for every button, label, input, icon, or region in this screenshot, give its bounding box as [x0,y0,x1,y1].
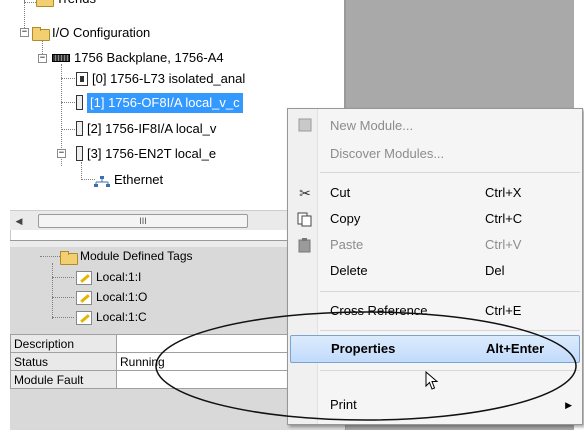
tag-item[interactable]: Local:1:I [76,268,141,286]
tree-item-label: Ethernet [114,171,164,187]
tree-connector [52,277,74,278]
menu-item-shortcut: Ctrl+E [485,303,522,318]
tree-item-label: [2] 1756-IF8I/A local_v [87,120,217,136]
tree-item-label: [0] 1756-L73 isolated_anal [92,70,246,86]
menu-separator [320,370,580,371]
tree-connector [52,317,74,318]
io-module-icon [76,146,83,162]
scroll-left-icon[interactable]: ◀ [13,215,25,227]
tree-connector [52,297,74,298]
menu-item-label: Print [330,397,357,412]
tag-folder[interactable]: Module Defined Tags [60,247,193,265]
menu-item-cross-reference[interactable]: Cross Reference Ctrl+E [290,298,580,324]
io-module-icon [76,95,83,111]
menu-item-shortcut: Ctrl+X [485,185,522,200]
menu-separator [320,172,580,173]
tree-connector [61,129,77,130]
collapse-icon[interactable]: − [20,28,29,37]
collapse-icon[interactable]: − [57,149,66,158]
tree-item-label: Trends [56,0,96,9]
folder-icon [36,0,54,7]
tag-folder-label: Module Defined Tags [80,249,193,263]
menu-item-label: Copy [330,211,361,226]
menu-item-delete[interactable]: Delete Del [290,258,580,284]
tag-item[interactable]: Local:1:O [76,288,147,306]
tag-label: Local:1:I [96,270,142,284]
menu-item-label: New Module... [330,118,414,133]
tree-item-module-2[interactable]: [2] 1756-IF8I/A local_v [76,118,216,138]
menu-item-new-module[interactable]: New Module... [290,113,580,139]
tree-item-backplane[interactable]: 1756 Backplane, 1756-A4 [52,47,224,67]
menu-item-properties[interactable]: Properties Alt+Enter [290,335,580,363]
menu-item-shortcut: Alt+Enter [486,341,545,356]
backplane-icon [52,53,70,62]
controller-module-icon [76,71,88,86]
menu-item-paste[interactable]: Paste Ctrl+V [290,232,580,258]
scroll-grip: III [139,216,147,226]
tree-item-label-selected: [1] 1756-OF8I/A local_v_c [87,92,243,113]
tree-connector [52,263,53,319]
mouse-cursor-icon [425,371,439,390]
tree-item-module-1[interactable]: [1] 1756-OF8I/A local_v_c [76,92,243,113]
menu-item-cut[interactable]: ✂ Cut Ctrl+X [290,180,580,206]
tree-item-io-configuration[interactable]: I/O Configuration [32,22,150,42]
tree-item-module-0[interactable]: [0] 1756-L73 isolated_anal [76,68,245,88]
tag-item[interactable]: Local:1:C [76,308,147,326]
property-key: Module Fault [10,370,117,389]
menu-item-label: Paste [330,237,364,252]
tree-item-label: I/O Configuration [52,24,151,40]
property-key: Description [10,334,117,353]
tree-connector [61,78,77,79]
tag-edit-icon [76,290,92,305]
tree-item-module-3[interactable]: [3] 1756-EN2T local_e [76,143,216,163]
menu-item-discover-modules[interactable]: Discover Modules... [290,141,580,167]
folder-icon [60,250,78,265]
menu-item-shortcut: Ctrl+C [485,211,523,226]
tree-item-label: 1756 Backplane, 1756-A4 [74,49,224,65]
tree-item-trends[interactable]: Trends [36,0,96,8]
property-key: Status [10,352,117,371]
tree-item-label: [3] 1756-EN2T local_e [87,145,217,161]
menu-item-label: Properties [331,341,396,356]
tag-label: Local:1:C [96,310,147,324]
scroll-thumb[interactable]: III [38,214,248,228]
io-module-icon [76,121,83,137]
menu-item-label: Discover Modules... [330,146,445,161]
scissors-icon: ✂ [299,185,311,201]
menu-item-label: Cut [330,185,351,200]
ethernet-network-icon [94,174,110,187]
paste-icon [297,237,313,253]
tree-connector [81,162,82,180]
tree-item-ethernet[interactable]: Ethernet [94,169,163,189]
menu-item-label: Delete [330,263,368,278]
menu-item-print[interactable]: Print ▶ [290,392,580,418]
collapse-icon[interactable]: − [38,54,47,63]
tree-connector [81,179,95,180]
menu-item-shortcut: Del [485,263,505,278]
new-module-icon [297,118,313,134]
menu-item-copy[interactable]: Copy Ctrl+C [290,206,580,232]
folder-open-icon [32,26,50,41]
copy-icon [297,211,313,227]
tree-connector [40,256,60,257]
tag-edit-icon [76,270,92,285]
tag-label: Local:1:O [96,290,148,304]
tree-connector [61,102,77,103]
menu-separator [320,330,580,331]
submenu-arrow-icon: ▶ [565,400,572,410]
menu-item-label: Cross Reference [330,303,428,318]
menu-separator [320,291,580,292]
menu-item-shortcut: Ctrl+V [485,237,522,252]
tag-edit-icon [76,310,92,325]
